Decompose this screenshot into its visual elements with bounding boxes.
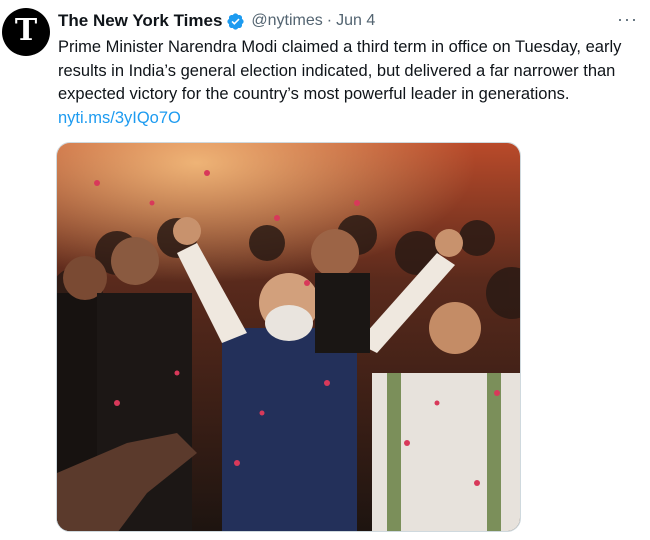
tweet-date[interactable]: Jun 4	[336, 12, 375, 30]
tweet-header: The New York Times @nytimes · Jun 4	[58, 10, 640, 32]
author-name[interactable]: The New York Times	[58, 11, 222, 31]
more-options-icon[interactable]: ···	[617, 10, 638, 28]
separator-dot: ·	[326, 12, 333, 29]
photo-illustration	[57, 143, 520, 531]
tweet-link[interactable]: nyti.ms/3yIQo7O	[58, 109, 181, 127]
verified-badge-icon	[226, 12, 245, 31]
tweet-photo[interactable]	[56, 142, 521, 532]
avatar[interactable]: T	[2, 8, 50, 56]
author-handle[interactable]: @nytimes	[251, 12, 322, 30]
tweet[interactable]: T The New York Times @nytimes · Jun 4 ··…	[0, 0, 650, 540]
tweet-body: Prime Minister Narendra Modi claimed a t…	[58, 38, 622, 104]
tweet-text: Prime Minister Narendra Modi claimed a t…	[58, 36, 633, 130]
avatar-logo: T	[14, 13, 38, 48]
